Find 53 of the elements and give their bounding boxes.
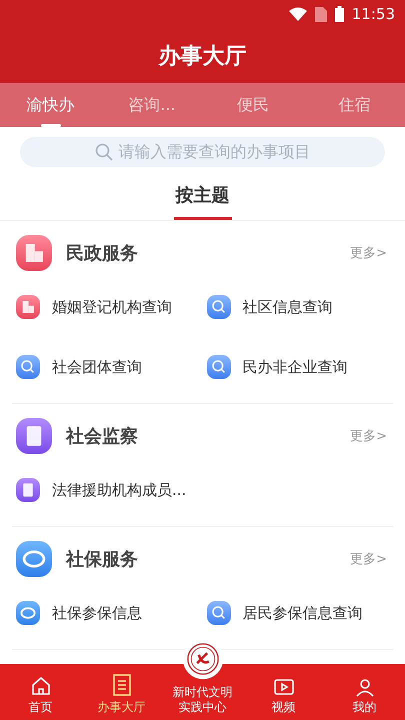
- more-link[interactable]: 更多>: [350, 550, 393, 568]
- status-time: 11:53: [352, 5, 395, 23]
- search-icon: [206, 355, 230, 379]
- nav-tab[interactable]: 首页: [0, 664, 81, 720]
- service-item[interactable]: 社保参保信息: [12, 585, 202, 641]
- building-icon: [16, 235, 52, 271]
- more-link[interactable]: 更多>: [350, 427, 393, 445]
- section-title: 社保服务: [66, 548, 139, 571]
- service-item[interactable]: 社会团体查询: [12, 339, 202, 395]
- search-icon: [206, 295, 230, 319]
- service-label: 民办非企业查询: [242, 358, 348, 376]
- building-icon: [110, 673, 132, 698]
- search-icon: [94, 143, 112, 161]
- search-placeholder: 请输入需要查询的办事项目: [118, 142, 310, 162]
- nav-tab[interactable]: 新时代文明实践中心: [162, 684, 243, 720]
- nav-label: 首页: [28, 700, 54, 716]
- service-label: 社会团体查询: [52, 358, 142, 376]
- topic-tab[interactable]: 按主题: [174, 183, 232, 220]
- nav-label: 办事大厅: [96, 700, 146, 716]
- nav-tab[interactable]: 我的: [324, 664, 405, 720]
- building-icon: [16, 295, 40, 319]
- nav-label: 视频: [270, 700, 296, 716]
- video-icon: [272, 677, 294, 698]
- section-title: 社会监察: [66, 425, 139, 448]
- service-item[interactable]: 法律援助机构成员...: [12, 462, 202, 518]
- category-tab[interactable]: 便民: [202, 83, 304, 127]
- home-icon: [30, 675, 52, 698]
- category-tab[interactable]: 渝快办: [0, 83, 102, 127]
- nav-tab[interactable]: 办事大厅: [81, 664, 162, 720]
- service-item[interactable]: 民办非企业查询: [202, 339, 393, 395]
- service-label: 社区信息查询: [242, 298, 332, 316]
- category-tab[interactable]: 住宿: [304, 83, 405, 127]
- clipboard-icon: [16, 418, 52, 454]
- service-item[interactable]: 婚姻登记机构查询: [12, 279, 202, 335]
- service-label: 婚姻登记机构查询: [52, 298, 172, 316]
- user-icon: [354, 677, 376, 698]
- battery-icon: [334, 6, 344, 22]
- service-item[interactable]: 社区信息查询: [202, 279, 393, 335]
- category-tab[interactable]: 咨询...: [101, 83, 202, 127]
- search-icon: [206, 601, 230, 625]
- section-title: 民政服务: [66, 242, 139, 265]
- service-label: 法律援助机构成员...: [52, 480, 186, 500]
- no-sim-icon: [314, 6, 327, 22]
- service-item[interactable]: 居民参保信息查询: [202, 585, 393, 641]
- nav-tab[interactable]: 视频: [243, 664, 324, 720]
- clipboard-icon: [16, 478, 40, 502]
- page-title: 办事大厅: [157, 42, 248, 70]
- more-link[interactable]: 更多>: [350, 244, 393, 262]
- service-label: 社保参保信息: [52, 604, 142, 622]
- nav-label: 我的: [352, 700, 378, 716]
- service-label: 居民参保信息查询: [242, 604, 362, 622]
- wifi-icon: [288, 7, 307, 21]
- search-icon: [16, 355, 40, 379]
